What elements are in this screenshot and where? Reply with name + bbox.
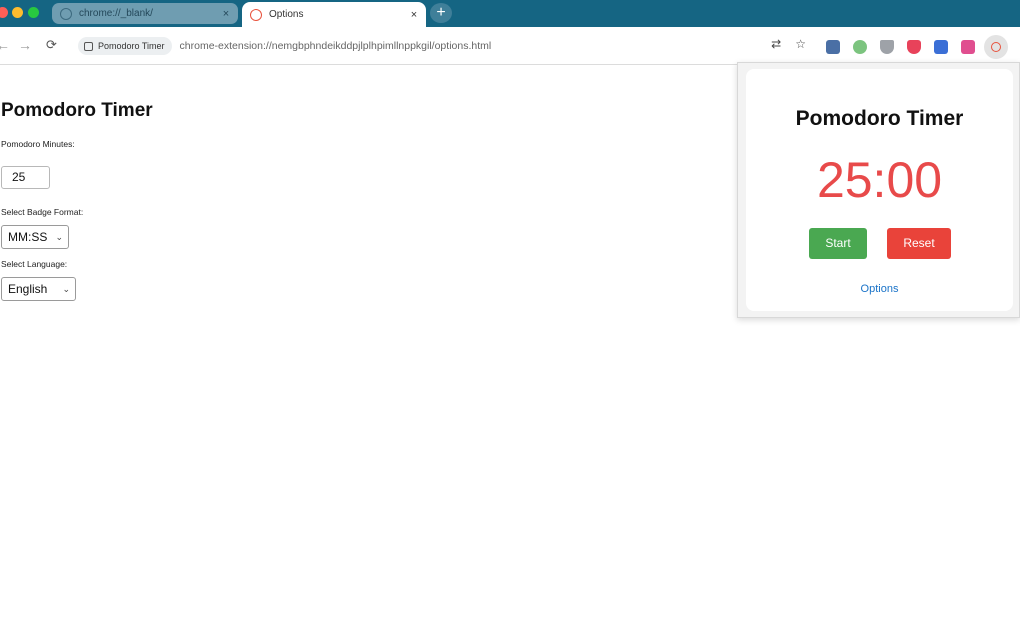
back-icon[interactable]: ← [0, 37, 10, 53]
translate-icon[interactable]: ⇄ [771, 37, 781, 51]
extension-popup: Pomodoro Timer 25:00 Start Reset Options [737, 62, 1020, 318]
globe-icon [60, 7, 72, 20]
new-tab-button[interactable]: + [430, 3, 452, 23]
page-title: Pomodoro Timer [1, 100, 153, 121]
reload-icon[interactable]: ⟳ [46, 37, 57, 53]
pomodoro-favicon-icon [250, 8, 262, 21]
extension-3-icon[interactable] [880, 40, 894, 54]
badge-format-select[interactable]: MM:SS ⌄ [1, 225, 69, 249]
pomodoro-icon [991, 42, 1001, 52]
url-text[interactable]: chrome-extension://nemgbphndeikddpjlplhp… [180, 40, 492, 52]
extensions-area [826, 35, 1008, 59]
extension-icon [84, 41, 93, 51]
minutes-input[interactable]: 25 [1, 166, 50, 189]
chip-label: Pomodoro Timer [98, 41, 165, 51]
tab-strip: chrome://_blank/ × Options × + [0, 0, 1020, 27]
bookmark-star-icon[interactable]: ☆ [795, 37, 806, 51]
address-bar[interactable]: Pomodoro Timer chrome-extension://nemgbp… [76, 34, 816, 58]
pomodoro-extension-button[interactable] [984, 35, 1008, 59]
badge-format-value: MM:SS [8, 230, 48, 244]
language-value: English [8, 282, 48, 296]
chevron-down-icon: ⌄ [55, 232, 63, 242]
options-page: Pomodoro Timer Pomodoro Minutes: 25 Sele… [0, 66, 730, 636]
extension-1-icon[interactable] [826, 40, 840, 54]
translate-extension-icon[interactable] [934, 40, 948, 54]
browser-toolbar: ← → ⟳ Pomodoro Timer chrome-extension://… [0, 27, 1020, 65]
extension-6-icon[interactable] [961, 40, 975, 54]
chevron-down-icon: ⌄ [62, 284, 70, 294]
tab-options[interactable]: Options × [242, 2, 426, 27]
tab-close-button[interactable]: × [218, 8, 234, 20]
language-select[interactable]: English ⌄ [1, 277, 76, 301]
reset-button[interactable]: Reset [887, 228, 951, 259]
extension-2-icon[interactable] [853, 40, 867, 54]
options-link[interactable]: Options [746, 283, 1013, 295]
window-minimize-button[interactable] [12, 7, 23, 18]
window-maximize-button[interactable] [28, 7, 39, 18]
tab-title: chrome://_blank/ [79, 8, 153, 19]
timer-display: 25:00 [816, 152, 943, 208]
tab-blank[interactable]: chrome://_blank/ × [52, 3, 238, 24]
popup-card: Pomodoro Timer 25:00 Start Reset Options [746, 69, 1013, 311]
forward-icon[interactable]: → [18, 37, 32, 53]
window-close-button[interactable] [0, 7, 8, 18]
minutes-label: Pomodoro Minutes: [1, 139, 75, 149]
popup-title: Pomodoro Timer [795, 107, 964, 130]
language-label: Select Language: [1, 259, 68, 269]
tab-title: Options [269, 9, 304, 20]
tab-close-button[interactable]: × [406, 9, 422, 21]
start-button[interactable]: Start [809, 228, 867, 259]
pocket-icon[interactable] [907, 40, 921, 54]
extension-site-chip[interactable]: Pomodoro Timer [78, 37, 172, 55]
badge-format-label: Select Badge Format: [1, 207, 84, 217]
